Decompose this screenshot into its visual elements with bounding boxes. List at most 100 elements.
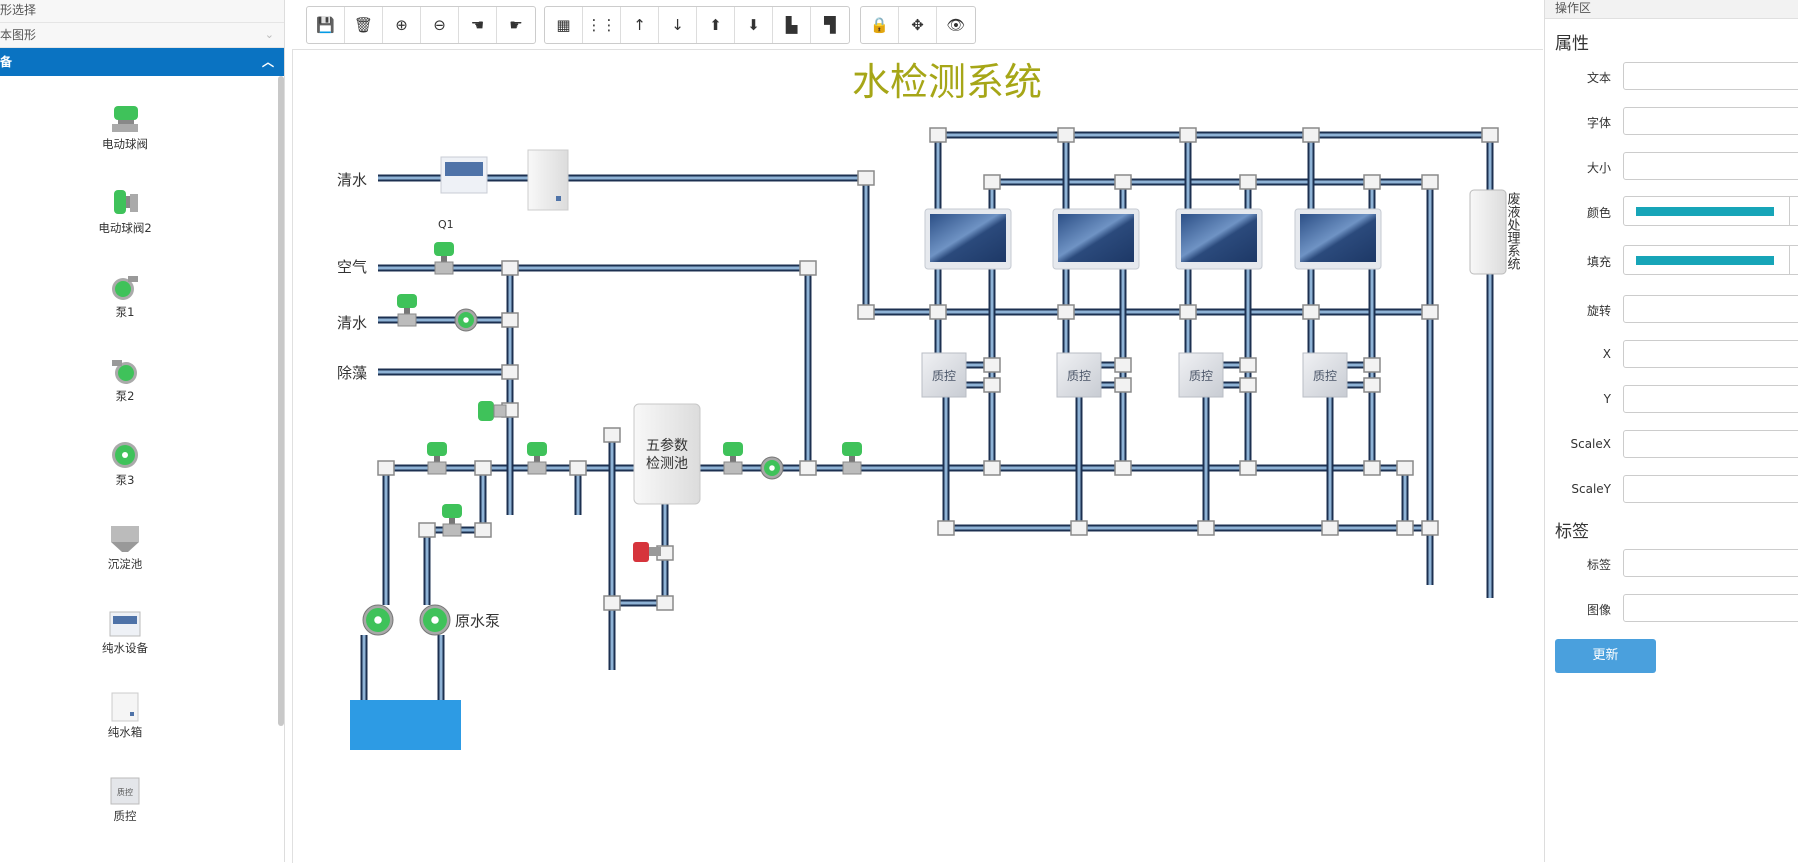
pipe-joint (1302, 127, 1320, 143)
scaley-input[interactable] (1623, 475, 1798, 503)
color-picker[interactable] (1623, 196, 1798, 226)
field-label-fill: 填充 (1586, 255, 1611, 269)
pipe-joint (929, 127, 947, 143)
tag-input[interactable] (1623, 549, 1798, 577)
image-input[interactable] (1623, 594, 1798, 622)
electric-valve[interactable] (442, 504, 462, 537)
pipe-joint (603, 595, 621, 611)
pipe-joint (656, 595, 674, 611)
section-properties: 属性 (1555, 34, 1589, 54)
pipe-joint (603, 427, 621, 443)
fill-picker[interactable] (1623, 245, 1798, 275)
operation-panel: 操作区 属性 文本 字体 大小 颜色 填充 旋转 X Y ScaleX Scal… (1544, 0, 1798, 862)
quality-control-box[interactable]: 质控 (1302, 352, 1348, 398)
qc-label: 质控 (1313, 369, 1337, 383)
field-label-image: 图像 (1586, 603, 1611, 617)
pipe-joint (501, 260, 519, 276)
update-button[interactable]: 更新 (1555, 639, 1656, 673)
size-input[interactable] (1623, 152, 1798, 180)
pipe-joint (1421, 304, 1439, 320)
field-label-tag: 标签 (1586, 558, 1611, 572)
pure-water-tank[interactable] (527, 149, 569, 211)
pipe-joint (983, 174, 1001, 190)
label-q1: Q1 (438, 218, 454, 231)
pump[interactable] (454, 308, 478, 332)
waste-processing-column[interactable] (1469, 189, 1507, 275)
quality-control-box[interactable]: 质控 (1178, 352, 1224, 398)
electric-valves (397, 242, 862, 537)
diagram-canvas[interactable]: 质控 质控 质控 质控 五参数 检测池 水检测系统 清水 空气 清水 除藻 Q1… (0, 0, 1544, 862)
monitor[interactable] (1294, 208, 1382, 270)
pure-water-equipment[interactable] (440, 156, 488, 194)
pipe-joint (1302, 304, 1320, 320)
pipe-joint (799, 460, 817, 476)
electric-valve[interactable] (842, 442, 862, 475)
pipe-joint (1114, 357, 1132, 373)
operation-panel-header: 操作区 (1545, 0, 1798, 19)
pipe-joint (983, 377, 1001, 393)
five-parameter-pool[interactable]: 五参数 检测池 (633, 403, 701, 505)
pipe-joint (377, 460, 395, 476)
scalex-input[interactable] (1623, 430, 1798, 458)
pipe-joint (1363, 174, 1381, 190)
pump[interactable] (362, 604, 394, 636)
y-input[interactable] (1623, 385, 1798, 413)
label-clear-water-2: 清水 (337, 314, 367, 332)
electric-valve[interactable] (434, 242, 454, 275)
monitor[interactable] (1175, 208, 1263, 270)
pipe-joint (1481, 127, 1499, 143)
pipe-joint (1421, 520, 1439, 536)
pipe-joint (1114, 377, 1132, 393)
water-tank[interactable] (350, 700, 461, 750)
pipe-joint (1057, 127, 1075, 143)
monitor[interactable] (924, 208, 1012, 270)
pump[interactable] (419, 604, 451, 636)
color-swatch (1636, 207, 1774, 216)
pipe-joint (1114, 460, 1132, 476)
quality-control-box[interactable]: 质控 (1056, 352, 1102, 398)
electric-valve[interactable] (527, 442, 547, 475)
monitor[interactable] (1052, 208, 1140, 270)
pipe-joint (1396, 460, 1414, 476)
pipe-joint (1396, 520, 1414, 536)
pipe-joint (1363, 460, 1381, 476)
pipe-joint (1363, 357, 1381, 373)
electric-valve[interactable] (723, 442, 743, 475)
electric-valve[interactable] (397, 294, 417, 327)
field-label-y: Y (1603, 392, 1611, 406)
field-label-x: X (1602, 347, 1611, 361)
pipe-joint (501, 364, 519, 380)
qc-label: 质控 (1189, 369, 1213, 383)
pipe-joint (857, 304, 875, 320)
text-input[interactable] (1623, 62, 1798, 90)
pipe-joint (1239, 357, 1257, 373)
pipe-joint (1179, 127, 1197, 143)
pump[interactable] (760, 456, 784, 480)
field-label-rotation: 旋转 (1586, 304, 1611, 318)
label-algae-removal: 除藻 (337, 364, 367, 382)
qc-label: 质控 (1067, 369, 1091, 383)
pipe-joint (1070, 520, 1088, 536)
rotation-input[interactable] (1623, 295, 1798, 323)
qc-label: 质控 (932, 369, 956, 383)
field-label-size: 大小 (1586, 161, 1611, 175)
pipe-joint (474, 460, 492, 476)
pool-label-line1: 五参数 (646, 437, 688, 454)
section-tags: 标签 (1555, 522, 1589, 542)
pipe-joint (937, 520, 955, 536)
font-input[interactable] (1623, 107, 1798, 135)
quality-control-box[interactable]: 质控 (921, 352, 967, 398)
pipe-joint (474, 522, 492, 538)
pipe-joint (569, 460, 587, 476)
field-label-color: 颜色 (1586, 206, 1611, 220)
x-input[interactable] (1623, 340, 1798, 368)
pipe-joint (1197, 520, 1215, 536)
fill-picker-addon (1789, 246, 1790, 274)
field-label-font: 字体 (1586, 116, 1611, 130)
pipe-joint (1179, 304, 1197, 320)
pipe-joint (1239, 174, 1257, 190)
electric-valve[interactable] (427, 442, 447, 475)
pipe-joint (1363, 377, 1381, 393)
pipe-joint (983, 460, 1001, 476)
pipe-joint (1239, 377, 1257, 393)
